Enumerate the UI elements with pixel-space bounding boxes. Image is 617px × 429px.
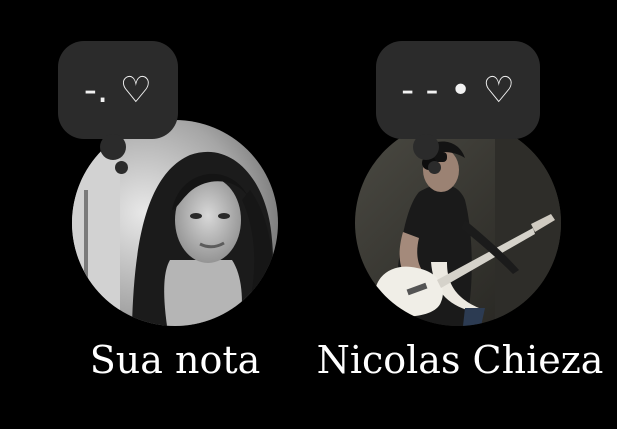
own-note-item[interactable]: -. ♡ Sua nota <box>0 0 300 429</box>
bubble-tail-large <box>100 134 126 160</box>
note-owner-label: Sua nota <box>89 338 261 382</box>
note-bubble-own[interactable]: -. ♡ <box>58 41 178 139</box>
avatar-nicolas-chieza[interactable] <box>355 120 561 326</box>
note-owner-label: Nicolas Chieza <box>316 338 604 382</box>
note-bubble-nicolas-chieza[interactable]: - - • ♡ <box>376 41 540 139</box>
bubble-tail-large <box>413 134 439 160</box>
bubble-tail-small <box>428 161 441 174</box>
friend-note-item[interactable]: - - • ♡ Nicolas Chieza <box>310 0 610 429</box>
avatar-photo-guitarist <box>355 120 561 326</box>
bubble-tail-small <box>115 161 128 174</box>
